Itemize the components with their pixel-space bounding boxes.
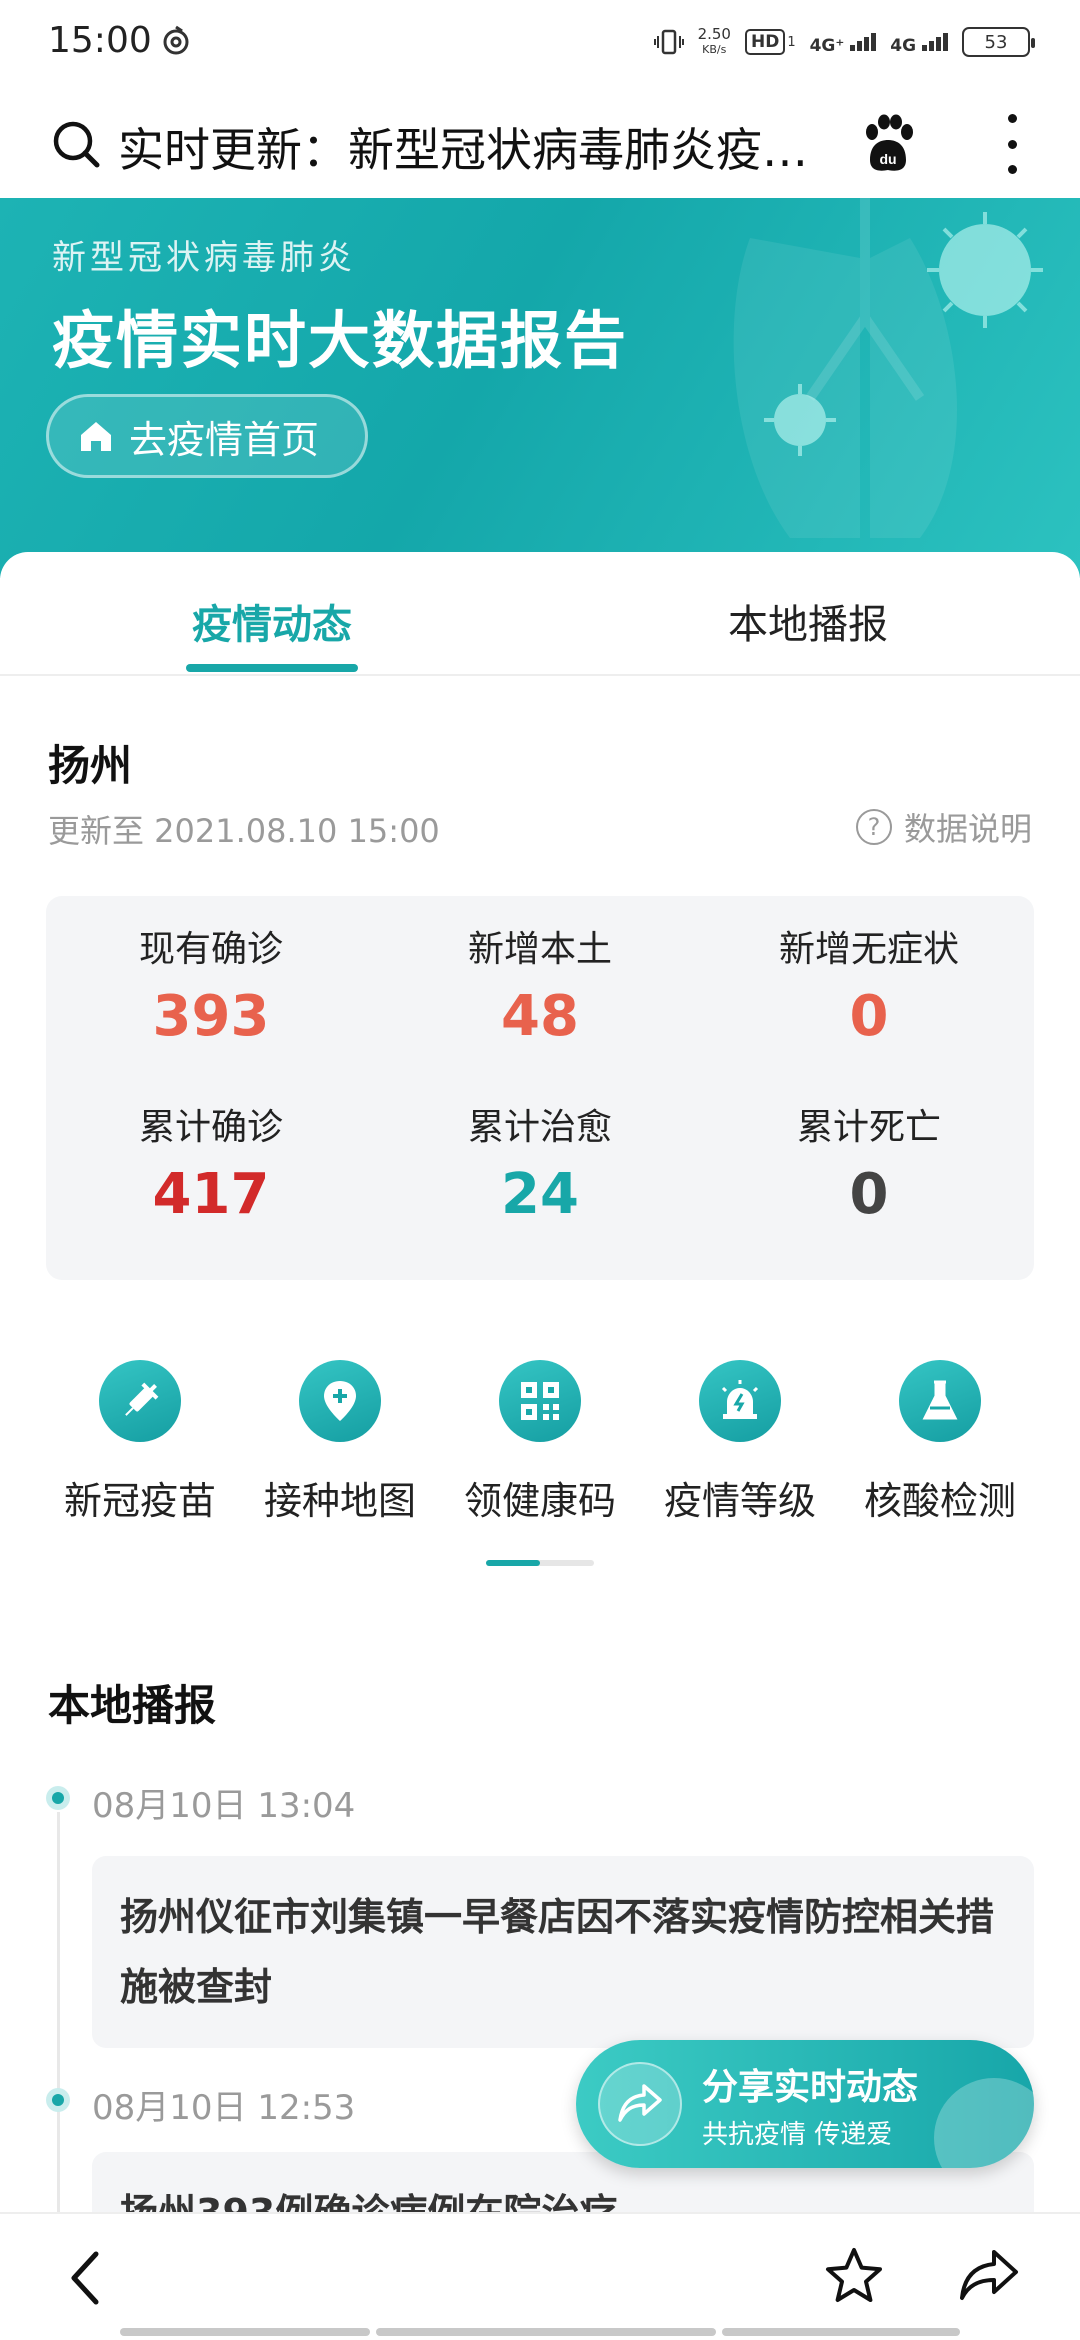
network-1: 4G⁺ [810, 29, 877, 56]
news-item[interactable]: 扬州仪征市刘集镇一早餐店因不落实疫情防控相关措施被查封 [92, 1856, 1034, 2048]
stat-current-confirmed: 现有确诊 393 [46, 920, 376, 1049]
gesture-bar [120, 2328, 960, 2336]
favorite-star-icon[interactable] [824, 2246, 884, 2306]
search-query[interactable]: 实时更新：新型冠状病毒肺炎疫情地图 [118, 114, 838, 180]
hd-badge: HD [744, 29, 786, 55]
more-vertical-icon[interactable] [1000, 114, 1024, 174]
stat-label: 累计治愈 [467, 1107, 612, 1148]
stat-value: 0 [849, 984, 889, 1049]
search-bar[interactable]: 实时更新：新型冠状病毒肺炎疫情地图 du [0, 96, 1080, 196]
stat-value: 393 [152, 984, 270, 1049]
flask-icon [899, 1360, 981, 1442]
quick-action-label: 新冠疫苗 [63, 1479, 216, 1523]
syringe-icon [99, 1360, 181, 1442]
quick-actions-pager [486, 1560, 594, 1566]
news-time: 08月10日 12:53 [92, 2088, 356, 2128]
stat-label: 累计确诊 [138, 1107, 283, 1148]
quick-action-label: 疫情等级 [663, 1479, 816, 1523]
back-icon[interactable] [64, 2246, 108, 2310]
stat-total-cured: 累计治愈 24 [375, 1098, 705, 1227]
timeline-dot [46, 2088, 70, 2112]
tab-epidemic-updates[interactable]: 疫情动态 [122, 592, 422, 650]
tab-bar: 疫情动态 本地播报 [0, 552, 1080, 676]
quick-action-label: 核酸检测 [863, 1479, 1016, 1523]
battery-level: 53 [984, 31, 1008, 53]
home-icon [81, 422, 111, 451]
stat-label: 新增无症状 [778, 929, 959, 970]
share-subtitle: 共抗疫情 传递爱 [702, 2119, 893, 2150]
qr-code-icon [499, 1360, 581, 1442]
local-news-title: 本地播报 [48, 1681, 217, 1730]
quick-actions: 新冠疫苗 接种地图 领健康码 疫情等级 核酸检测 [0, 1360, 1080, 1560]
quick-action-nucleic-test[interactable]: 核酸检测 [840, 1360, 1040, 1525]
share-texts: 分享实时动态 共抗疫情 传递爱 [702, 2058, 918, 2151]
share-glow [934, 2078, 1034, 2168]
quick-action-vaccine[interactable]: 新冠疫苗 [40, 1360, 240, 1525]
stat-value: 417 [152, 1162, 270, 1227]
go-home-label: 去疫情首页 [129, 417, 320, 462]
city-name: 扬州 [48, 741, 133, 790]
stat-label: 累计死亡 [796, 1107, 941, 1148]
quick-action-risk-level[interactable]: 疫情等级 [640, 1360, 840, 1525]
network-2-label: 4G [890, 35, 917, 56]
quick-action-label: 接种地图 [263, 1479, 416, 1523]
data-note-label: 数据说明 [903, 810, 1032, 848]
banner: 新型冠状病毒肺炎 疫情实时大数据报告 去疫情首页 [0, 198, 1080, 578]
stat-value: 24 [501, 1162, 579, 1227]
signal-1-icon [850, 29, 877, 51]
status-bar: 15:00 2.50 KB/s HD 1 4G⁺ 4G 53 [0, 0, 1080, 84]
stat-value: 48 [501, 984, 579, 1049]
network-2: 4G [890, 29, 948, 56]
baidu-paw-icon[interactable]: du [860, 114, 916, 174]
banner-subtitle: 新型冠状病毒肺炎 [52, 238, 356, 278]
map-pin-plus-icon [299, 1360, 381, 1442]
stat-label: 现有确诊 [138, 929, 283, 970]
stat-value: 0 [849, 1162, 889, 1227]
alarm-icon [699, 1360, 781, 1442]
net-speed: 2.50 KB/s [698, 27, 731, 57]
quick-action-health-code[interactable]: 领健康码 [440, 1360, 640, 1525]
virus-lung-illustration [733, 198, 1043, 538]
bottom-bar [0, 2212, 1080, 2340]
svg-text:du: du [879, 151, 896, 167]
go-home-button[interactable]: 去疫情首页 [46, 394, 368, 478]
share-arrow-icon [598, 2062, 682, 2146]
signal-2-icon [922, 29, 948, 51]
stat-label: 新增本土 [467, 929, 612, 970]
network-1-label: 4G⁺ [809, 35, 845, 56]
tab-active-indicator [186, 664, 358, 672]
share-live-updates-button[interactable]: 分享实时动态 共抗疫情 传递爱 [576, 2040, 1034, 2168]
news-time: 08月10日 13:04 [92, 1786, 356, 1826]
vibrate-icon [653, 29, 684, 55]
stat-new-local: 新增本土 48 [375, 920, 705, 1049]
main-content: 疫情动态 本地播报 扬州 更新至 2021.08.10 15:00 ? 数据说明… [0, 552, 1080, 2212]
tab-local-news[interactable]: 本地播报 [658, 592, 958, 650]
stats-panel: 现有确诊 393 新增本土 48 新增无症状 0 累计确诊 417 累计治愈 2… [46, 896, 1034, 1280]
question-icon: ? [855, 809, 892, 845]
share-icon[interactable] [958, 2248, 1020, 2304]
stat-total-confirmed: 累计确诊 417 [46, 1098, 376, 1227]
stat-total-deaths: 累计死亡 0 [704, 1098, 1034, 1227]
timeline-line [57, 1812, 60, 2212]
data-note-link[interactable]: ? 数据说明 [855, 804, 1032, 850]
hd-sub: 1 [787, 34, 796, 50]
banner-title: 疫情实时大数据报告 [52, 304, 629, 377]
quick-action-label: 领健康码 [463, 1479, 616, 1523]
timeline-dot [46, 1786, 70, 1810]
stat-new-asymptomatic: 新增无症状 0 [704, 920, 1034, 1049]
sync-icon [163, 25, 189, 55]
status-icons: 2.50 KB/s HD 1 4G⁺ 4G 53 [653, 22, 1035, 62]
quick-action-vaccination-map[interactable]: 接种地图 [240, 1360, 440, 1525]
hd-label: HD [750, 32, 780, 52]
status-time: 15:00 [48, 20, 152, 61]
share-title: 分享实时动态 [702, 2066, 919, 2108]
search-icon[interactable] [50, 118, 102, 170]
battery-icon: 53 [962, 27, 1035, 57]
net-speed-value: 2.50 [697, 25, 731, 43]
update-time: 更新至 2021.08.10 15:00 [48, 812, 440, 850]
net-speed-unit: KB/s [702, 43, 727, 56]
